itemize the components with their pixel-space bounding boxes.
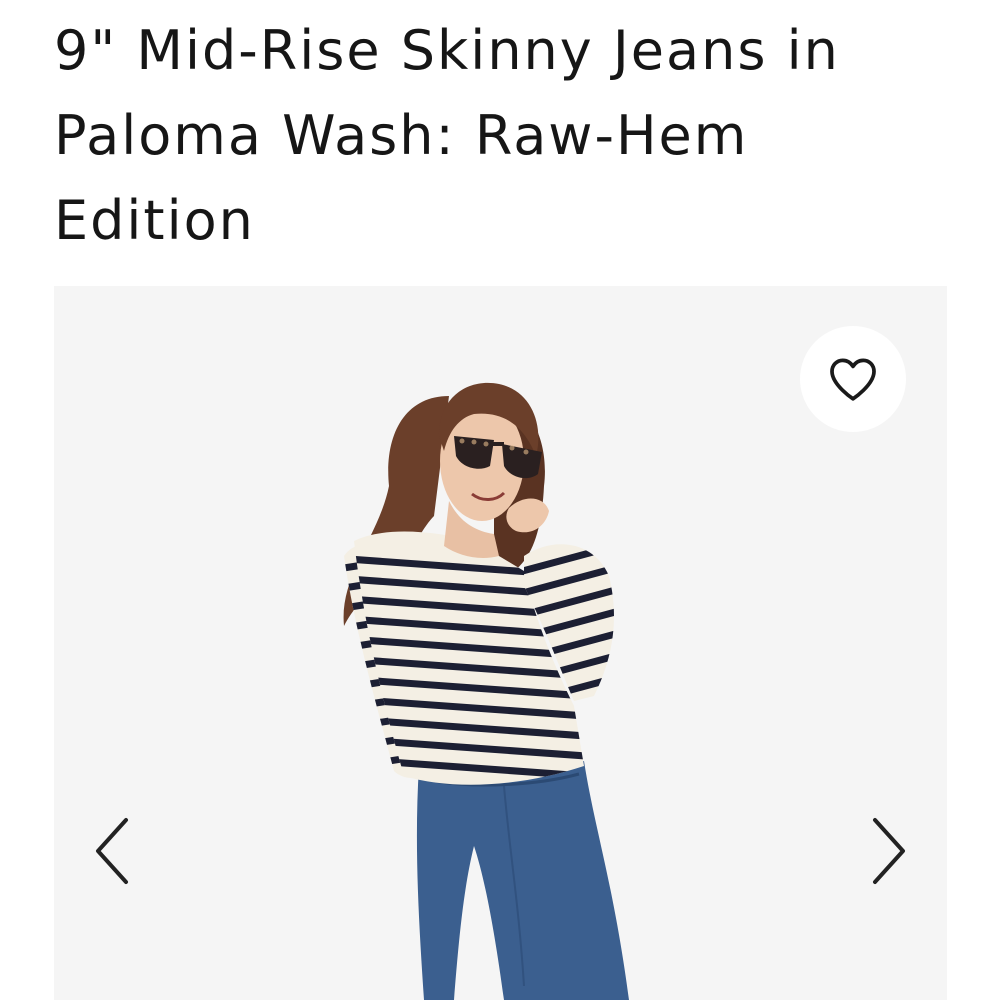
product-title: 9" Mid-Rise Skinny Jeans in Paloma Wash:…	[54, 19, 840, 252]
chevron-right-icon	[873, 818, 905, 884]
previous-image-button[interactable]	[82, 806, 142, 896]
chevron-left-icon	[96, 818, 128, 884]
wishlist-button[interactable]	[800, 326, 906, 432]
next-image-button[interactable]	[859, 806, 919, 896]
product-image-gallery[interactable]	[54, 286, 947, 1000]
heart-icon	[830, 358, 876, 401]
